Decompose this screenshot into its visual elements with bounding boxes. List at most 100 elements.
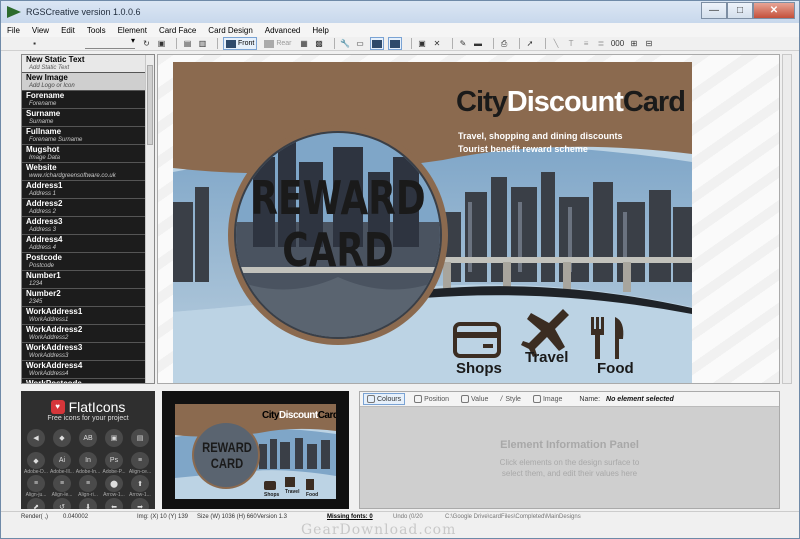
card-tagline[interactable]: Travel, shopping and dining discounts To…	[458, 130, 623, 156]
field-item[interactable]: Address3 Address 3	[22, 217, 147, 235]
menu-card-face[interactable]: Card Face	[159, 26, 196, 35]
tab-image[interactable]: Image	[530, 393, 565, 405]
reward-card-text[interactable]: REWARD CARD	[248, 172, 427, 276]
menu-card-design[interactable]: Card Design	[208, 26, 252, 35]
menu-element[interactable]: Element	[118, 26, 147, 35]
card-preview-thumbnail[interactable]: CityDiscountCard REWARD CARD Shops Trave…	[162, 391, 349, 509]
design-surface[interactable]: CityDiscountCard Travel, shopping and di…	[157, 54, 780, 384]
minimize-button[interactable]: —	[701, 2, 727, 19]
library-icon-item[interactable]: Ps Adobe-P...	[101, 452, 127, 475]
menu-view[interactable]: View	[32, 26, 49, 35]
bring-front-icon[interactable]: ▩	[314, 38, 325, 49]
field-item[interactable]: Fullname Forename Surname	[22, 127, 147, 145]
library-icon-item[interactable]: ⬆ Arrow-1...	[127, 475, 153, 498]
menu-edit[interactable]: Edit	[61, 26, 75, 35]
library-icon-item[interactable]: ≡ Align-ri...	[75, 475, 101, 498]
travel-label[interactable]: Travel	[525, 349, 568, 366]
person-card-icon[interactable]: ▣	[417, 38, 428, 49]
field-item[interactable]: Address4 Address 4	[22, 235, 147, 253]
library-icon: ↺	[53, 498, 71, 509]
menu-help[interactable]: Help	[312, 26, 328, 35]
brand-logo[interactable]: CityDiscountCard	[456, 86, 686, 119]
library-icon-item[interactable]: ⬤ Arrow-1...	[101, 475, 127, 498]
field-item[interactable]: Website www.richardgreensoftware.co.uk	[22, 163, 147, 181]
scroll-thumb[interactable]	[147, 65, 153, 145]
library-icon-item[interactable]: ➡Align-...	[127, 498, 153, 509]
rear-button[interactable]: Rear	[261, 37, 294, 50]
menu-advanced[interactable]: Advanced	[265, 26, 301, 35]
export-icon[interactable]: ➚	[525, 38, 536, 49]
field-type-icon[interactable]: ▪	[29, 38, 40, 49]
field-item[interactable]: New Static Text Add Static Text	[22, 55, 147, 73]
design-scrollbar[interactable]	[782, 54, 792, 384]
layout-b-button[interactable]	[387, 37, 402, 50]
save-icon[interactable]: ▤	[182, 38, 193, 49]
card-front[interactable]: CityDiscountCard Travel, shopping and di…	[173, 62, 692, 383]
edit-text-icon[interactable]: ▬	[473, 38, 484, 49]
field-dropdown[interactable]	[85, 36, 135, 49]
field-item[interactable]: WorkAddress2 WorkAddress2	[22, 325, 147, 343]
library-icon-item[interactable]: ≡ Align-le...	[49, 475, 75, 498]
print-icon[interactable]: ⎙	[499, 38, 510, 49]
library-icon-item[interactable]: ◆ Adobe-D...	[23, 452, 49, 475]
wrench-icon[interactable]: 🔧	[340, 38, 351, 49]
library-icon-item[interactable]: ⬅Align-...	[101, 498, 127, 509]
field-item[interactable]: Forename Forename	[22, 91, 147, 109]
line-tool-icon[interactable]: ╲	[551, 38, 562, 49]
field-item[interactable]: WorkAddress4 WorkAddress4	[22, 361, 147, 379]
grid-a-icon[interactable]: ⊞	[629, 38, 640, 49]
align-justify-icon[interactable]: ≣	[596, 38, 607, 49]
field-item[interactable]: Address1 Address 1	[22, 181, 147, 199]
tagline-line-1: Travel, shopping and dining discounts	[458, 131, 623, 141]
maximize-button[interactable]: □	[727, 2, 753, 19]
library-icon-item[interactable]: ↺Align-...	[49, 498, 75, 509]
pen-icon[interactable]: ✎	[458, 38, 469, 49]
menu-file[interactable]: File	[7, 26, 20, 35]
close-button[interactable]: ✕	[753, 2, 795, 19]
title-bar[interactable]: RGSCreative version 1.0.0.6 — □ ✕	[1, 1, 799, 23]
align-center-icon[interactable]: ≡	[581, 38, 592, 49]
library-icon-item[interactable]: ▣	[101, 429, 127, 452]
food-label[interactable]: Food	[597, 360, 634, 377]
tab-value[interactable]: Value	[458, 393, 491, 405]
field-item[interactable]: Number1 1234	[22, 271, 147, 289]
library-icon-item[interactable]: ≡ Align-ju...	[23, 475, 49, 498]
library-icon-item[interactable]: ◆	[49, 429, 75, 452]
delete-icon[interactable]: ✕	[432, 38, 443, 49]
save-as-icon[interactable]: ▥	[197, 38, 208, 49]
tab-colours[interactable]: Colours	[363, 393, 406, 405]
zoom-readout[interactable]: 000	[611, 38, 625, 49]
library-icon-item[interactable]: Ai Adobe-Ill...	[49, 452, 75, 475]
library-icon-item[interactable]: ▤	[127, 429, 153, 452]
field-item[interactable]: WorkAddress1 WorkAddress1	[22, 307, 147, 325]
field-item[interactable]: Address2 Address 2	[22, 199, 147, 217]
grid-b-icon[interactable]: ⊟	[644, 38, 655, 49]
library-icon-item[interactable]: ⬇Align-...	[75, 498, 101, 509]
layers-icon[interactable]: ▣	[156, 38, 167, 49]
display-icon[interactable]: ▭	[355, 38, 366, 49]
refresh-icon[interactable]: ↻	[141, 38, 152, 49]
library-icon-item[interactable]: ◀	[23, 429, 49, 452]
shops-label[interactable]: Shops	[456, 360, 502, 377]
text-top-icon[interactable]: T	[566, 38, 577, 49]
field-item[interactable]: WorkPostcode	[22, 379, 147, 383]
field-item[interactable]: New Image Add Logo or Icon	[22, 73, 147, 91]
front-button[interactable]: Front	[223, 37, 258, 50]
field-item[interactable]: Number2 2345	[22, 289, 147, 307]
field-list-scrollbar[interactable]	[145, 55, 154, 383]
field-item[interactable]: Surname Surname	[22, 109, 147, 127]
tab-position[interactable]: Position	[411, 393, 452, 405]
menu-tools[interactable]: Tools	[87, 26, 106, 35]
library-icon-item[interactable]: AB	[75, 429, 101, 452]
status-version: Version 1.3	[257, 514, 288, 520]
layout-a-button[interactable]	[369, 37, 384, 50]
field-item[interactable]: Mugshot Image Data	[22, 145, 147, 163]
library-icon-item[interactable]: ⬈Align-...	[23, 498, 49, 509]
tab-style[interactable]: / Style	[497, 393, 524, 405]
library-icon-item[interactable]: In Adobe-In...	[75, 452, 101, 475]
field-item[interactable]: WorkAddress3 WorkAddress3	[22, 343, 147, 361]
missing-fonts-link[interactable]: Missing fonts: 0	[327, 514, 373, 520]
send-back-icon[interactable]: ▦	[299, 38, 310, 49]
library-icon-item[interactable]: ≡ Align-ce...	[127, 452, 153, 475]
field-item[interactable]: Postcode Postcode	[22, 253, 147, 271]
